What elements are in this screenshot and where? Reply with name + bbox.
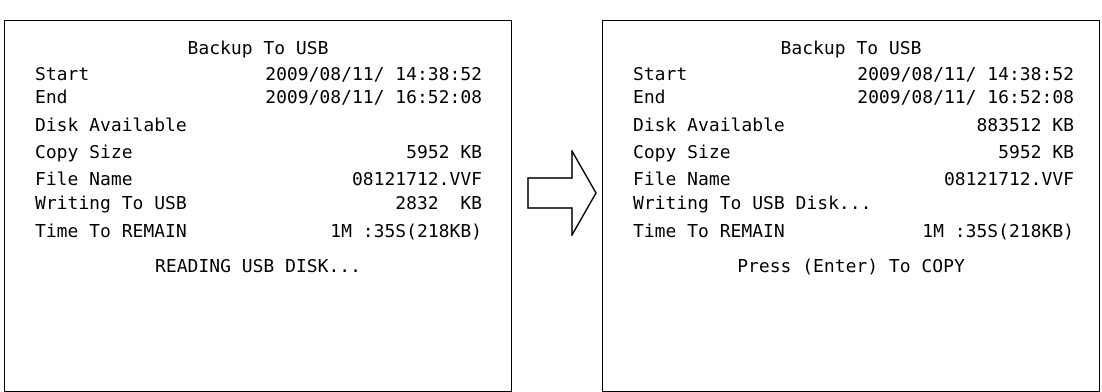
copy-size-label: Copy Size	[633, 142, 731, 163]
backup-screen-before: Backup To USB Start 2009/08/11/ 14:38:52…	[4, 20, 512, 392]
start-label: Start	[633, 64, 688, 85]
status-message: READING USB DISK...	[155, 256, 361, 277]
disk-available-value: 883512 KB	[976, 115, 1074, 136]
copy-size-label: Copy Size	[35, 142, 133, 163]
copy-size-value: 5952 KB	[406, 142, 482, 163]
screen-title: Backup To USB	[187, 38, 329, 59]
file-name-label: File Name	[35, 169, 133, 190]
backup-screen-after: Backup To USB Start 2009/08/11/ 14:38:52…	[602, 20, 1100, 392]
start-label: Start	[35, 64, 90, 85]
right-arrow-icon	[527, 150, 597, 236]
time-remain-label: Time To REMAIN	[633, 221, 785, 242]
file-name-value: 08121712.VVF	[943, 169, 1074, 190]
start-value: 2009/08/11/ 14:38:52	[857, 64, 1074, 85]
end-label: End	[35, 87, 68, 108]
end-label: End	[633, 87, 666, 108]
end-value: 2009/08/11/ 16:52:08	[857, 87, 1074, 108]
file-name-label: File Name	[633, 169, 731, 190]
copy-size-value: 5952 KB	[998, 142, 1074, 163]
writing-label: Writing To USB	[35, 193, 187, 214]
enter-to-copy-prompt: Press (Enter) To COPY	[737, 256, 965, 277]
time-remain-value: 1M :35S(218KB)	[922, 221, 1074, 242]
start-value: 2009/08/11/ 14:38:52	[265, 64, 482, 85]
screen-title: Backup To USB	[780, 38, 922, 59]
writing-value: 2832 KB	[395, 193, 482, 214]
file-name-value: 08121712.VVF	[351, 169, 482, 190]
end-value: 2009/08/11/ 16:52:08	[265, 87, 482, 108]
time-remain-label: Time To REMAIN	[35, 221, 187, 242]
disk-available-label: Disk Available	[633, 115, 785, 136]
writing-label: Writing To USB Disk...	[633, 193, 872, 214]
disk-available-label: Disk Available	[35, 115, 187, 136]
time-remain-value: 1M :35S(218KB)	[330, 221, 482, 242]
